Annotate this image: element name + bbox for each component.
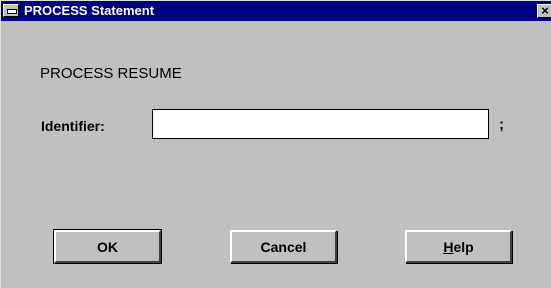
system-menu-icon[interactable]	[3, 4, 19, 17]
statement-heading: PROCESS RESUME	[40, 65, 182, 82]
help-button[interactable]: Help	[405, 230, 512, 263]
help-label-rest: elp	[453, 238, 474, 255]
window-title: PROCESS Statement	[24, 3, 155, 18]
identifier-label: Identifier:	[41, 118, 105, 134]
process-statement-dialog: PROCESS Statement × PROCESS RESUME Ident…	[0, 0, 551, 288]
close-icon[interactable]: ×	[537, 4, 551, 18]
identifier-input[interactable]	[152, 109, 489, 139]
ok-button[interactable]: OK	[53, 229, 162, 264]
statement-terminator: ;	[499, 116, 504, 133]
help-accelerator: H	[443, 238, 454, 255]
system-menu-bar	[7, 9, 17, 14]
cancel-button[interactable]: Cancel	[230, 230, 337, 263]
title-bar[interactable]: PROCESS Statement ×	[1, 1, 551, 21]
